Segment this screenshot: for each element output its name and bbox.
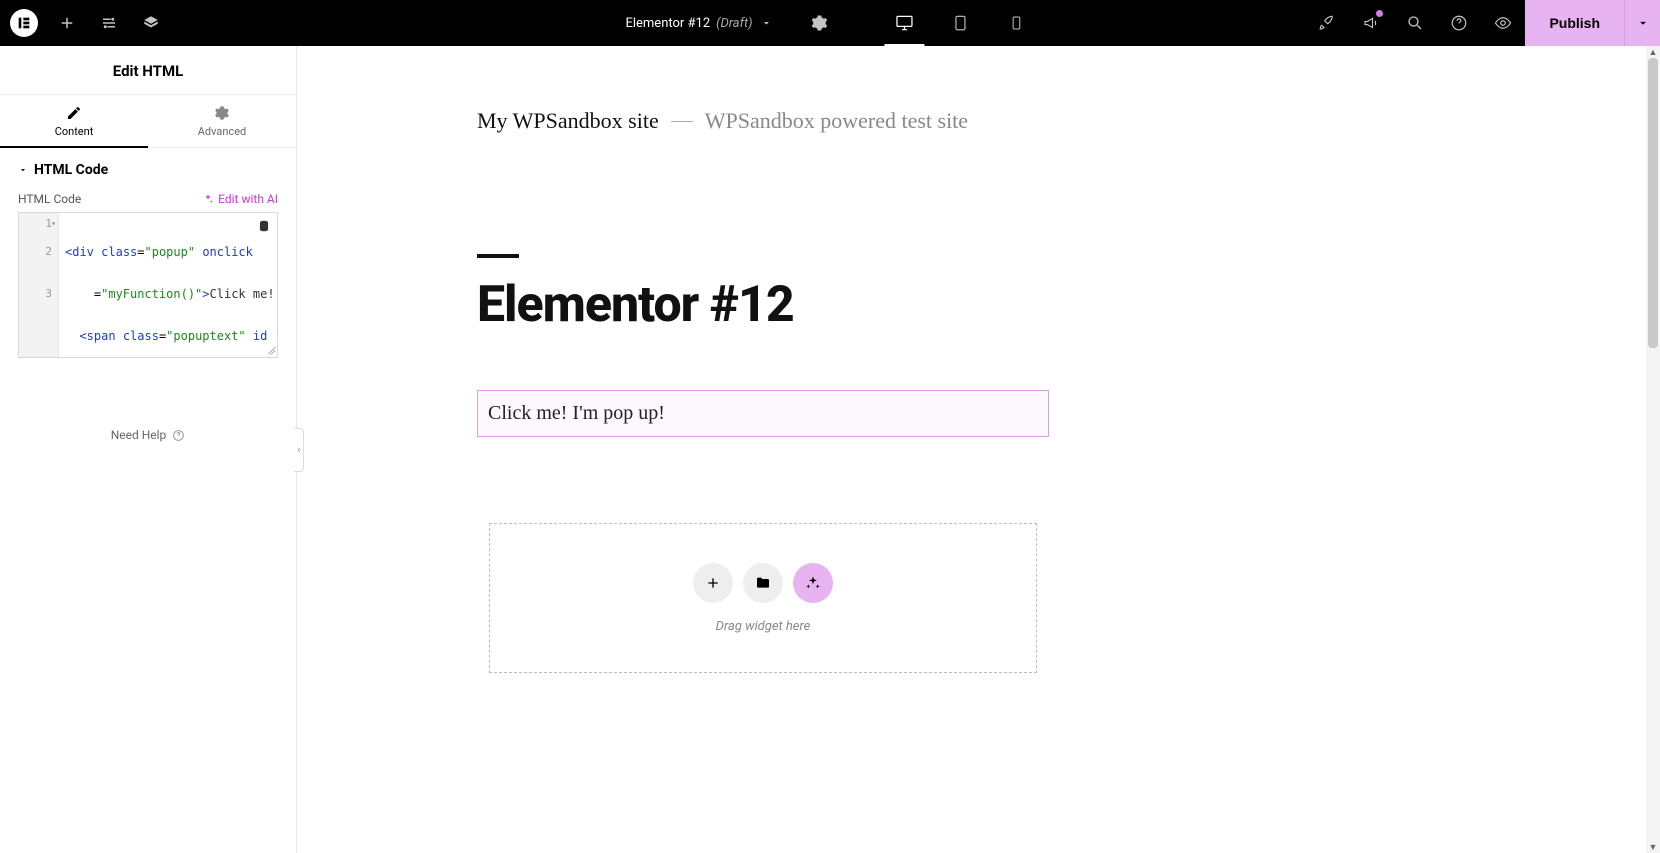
plus-icon — [58, 14, 76, 32]
drop-zone-label: Drag widget here — [716, 619, 811, 634]
sparkle-icon — [202, 193, 214, 205]
gutter-line-blank — [19, 259, 52, 273]
desktop-icon — [895, 13, 915, 33]
collapse-sidebar-button[interactable] — [294, 428, 304, 472]
need-help-label: Need Help — [111, 428, 167, 442]
gutter-line-blank — [19, 231, 52, 245]
drop-zone-buttons — [693, 563, 833, 603]
folder-icon — [755, 575, 771, 591]
add-element-button[interactable] — [46, 0, 88, 46]
finder-button[interactable] — [1393, 0, 1437, 46]
resize-handle[interactable] — [265, 345, 275, 355]
canvas-wrap: My WPSandbox site WPSandbox powered test… — [297, 46, 1660, 853]
sliders-icon — [100, 14, 118, 32]
gutter-line-blank — [19, 273, 52, 287]
title-rule — [477, 254, 519, 258]
site-header: My WPSandbox site WPSandbox powered test… — [477, 108, 1057, 134]
html-code-editor[interactable]: 1 2 3 <div class="popup" onclick ="myFun… — [18, 212, 278, 358]
responsive-device-group — [877, 0, 1045, 46]
sidebar-title: Edit HTML — [0, 46, 296, 95]
section-html-code-title: HTML Code — [34, 162, 108, 178]
publish-options-button[interactable] — [1624, 0, 1660, 46]
need-help-link[interactable]: Need Help — [0, 428, 296, 442]
drop-zone[interactable]: Drag widget here — [489, 523, 1037, 673]
whats-new-button[interactable] — [1305, 0, 1349, 46]
ai-generate-button[interactable] — [793, 563, 833, 603]
mobile-icon — [1009, 15, 1025, 31]
structure-button[interactable] — [130, 0, 172, 46]
device-mobile-button[interactable] — [989, 0, 1045, 46]
help-icon — [172, 429, 185, 442]
code-gutter: 1 2 3 — [19, 213, 59, 357]
dynamic-tags-button[interactable] — [257, 219, 271, 233]
gear-icon — [214, 105, 230, 121]
gutter-line-3: 3 — [19, 287, 52, 301]
tablet-icon — [952, 14, 970, 32]
topbar: Elementor #12 (Draft) — [0, 0, 1660, 46]
publish-button[interactable]: Publish — [1525, 0, 1624, 46]
site-title: My WPSandbox site — [477, 108, 659, 134]
preview-scrollbar[interactable]: ▲ ▼ — [1646, 46, 1660, 853]
help-icon — [1450, 14, 1468, 32]
elementor-logo-button[interactable] — [10, 9, 38, 37]
layers-icon — [142, 14, 160, 32]
add-section-button[interactable] — [693, 563, 733, 603]
tab-advanced-label: Advanced — [198, 125, 246, 138]
caret-down-icon — [18, 165, 28, 175]
preview-canvas[interactable]: My WPSandbox site WPSandbox powered test… — [297, 46, 1646, 673]
page-settings-button[interactable] — [799, 0, 841, 46]
template-library-button[interactable] — [743, 563, 783, 603]
document-status: (Draft) — [716, 16, 752, 31]
html-widget-selected[interactable]: Click me! I'm pop up! — [477, 390, 1049, 437]
gear-icon — [811, 14, 829, 32]
tab-content-label: Content — [55, 125, 94, 138]
chevron-down-icon — [761, 17, 773, 29]
chevron-left-icon — [295, 446, 303, 454]
topbar-right: Publish — [1305, 0, 1660, 46]
edit-with-ai-button[interactable]: Edit with AI — [202, 192, 278, 206]
edit-with-ai-label: Edit with AI — [218, 192, 278, 206]
scrollbar-thumb[interactable] — [1648, 58, 1658, 348]
search-icon — [1406, 14, 1424, 32]
html-widget-text: Click me! I'm pop up! — [488, 402, 665, 424]
sidebar-tabs: Content Advanced — [0, 95, 296, 148]
tab-content[interactable]: Content — [0, 95, 148, 148]
topbar-center: Elementor #12 (Draft) — [615, 0, 1044, 46]
site-tagline: WPSandbox powered test site — [705, 108, 968, 134]
notification-badge — [1376, 10, 1383, 17]
site-settings-button[interactable] — [88, 0, 130, 46]
rocket-icon — [1318, 14, 1336, 32]
document-title-dropdown[interactable]: Elementor #12 (Draft) — [615, 16, 782, 31]
help-button[interactable] — [1437, 0, 1481, 46]
sparkle-icon — [805, 575, 821, 591]
device-tablet-button[interactable] — [933, 0, 989, 46]
notifications-button[interactable] — [1349, 0, 1393, 46]
gutter-line-1: 1 — [19, 217, 52, 231]
tab-advanced[interactable]: Advanced — [148, 95, 296, 147]
preview-button[interactable] — [1481, 0, 1525, 46]
topbar-left — [0, 0, 172, 46]
plus-icon — [705, 575, 721, 591]
page-inner: My WPSandbox site WPSandbox powered test… — [477, 108, 1057, 673]
site-title-divider — [671, 121, 693, 122]
pencil-icon — [66, 105, 82, 121]
section-html-code-header[interactable]: HTML Code — [0, 148, 296, 188]
eye-icon — [1494, 14, 1512, 32]
chevron-down-icon — [1636, 16, 1650, 30]
device-desktop-button[interactable] — [877, 0, 933, 46]
sidebar: Edit HTML Content Advanced HTML Code HTM… — [0, 46, 297, 853]
gutter-line-2: 2 — [19, 245, 52, 259]
code-body[interactable]: <div class="popup" onclick ="myFunction(… — [59, 213, 277, 357]
document-title: Elementor #12 — [625, 16, 710, 31]
field-label-html-code: HTML Code — [18, 192, 81, 206]
field-label-row: HTML Code Edit with AI — [0, 188, 296, 212]
elementor-logo-icon — [16, 15, 32, 31]
scroll-up-arrow[interactable]: ▲ — [1646, 46, 1660, 58]
scroll-down-arrow[interactable]: ▼ — [1646, 841, 1660, 853]
page-title: Elementor #12 — [477, 276, 1057, 334]
main: Edit HTML Content Advanced HTML Code HTM… — [0, 46, 1660, 853]
